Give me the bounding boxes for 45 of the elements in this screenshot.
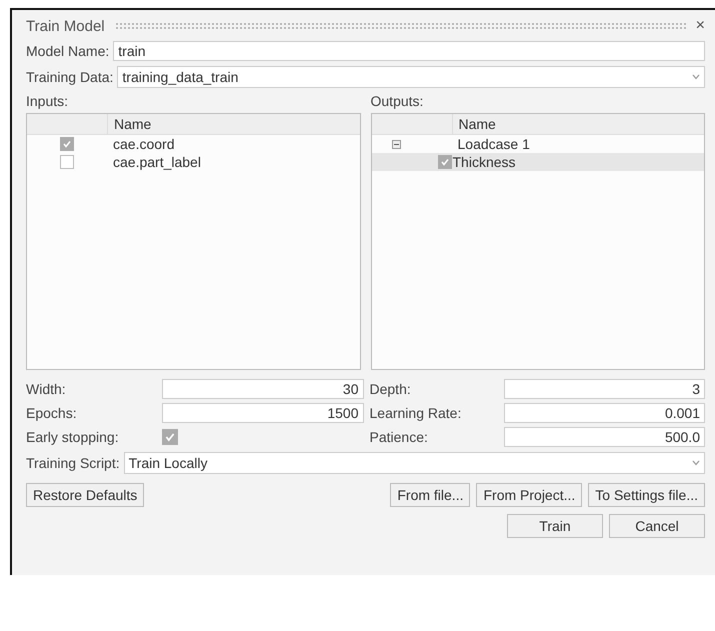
field-label: Depth: <box>370 381 412 397</box>
outputs-label: Outputs: <box>370 93 424 109</box>
tree-item[interactable]: Loadcase 1 <box>452 136 530 152</box>
number-field[interactable]: 500.0 <box>504 427 705 447</box>
field-label: Width: <box>26 381 67 397</box>
table-cell-text: cae.coord <box>112 136 174 152</box>
field-label: Patience: <box>370 429 429 445</box>
dialog-button[interactable]: From Project... <box>476 483 582 507</box>
window-title: Train Model <box>26 18 105 34</box>
collapse-toggle-icon[interactable] <box>392 140 400 148</box>
checkmark-icon <box>440 157 450 167</box>
field-label: Training Script: <box>26 455 120 471</box>
training-data-dropdown[interactable]: training_data_train <box>117 66 705 88</box>
column-header[interactable]: Name <box>108 116 152 132</box>
training-script-dropdown[interactable]: Train Locally <box>124 452 705 474</box>
number-field[interactable]: 0.001 <box>504 403 705 423</box>
chevron-down-icon <box>692 460 700 466</box>
field-label: Early stopping: <box>26 429 120 445</box>
number-field[interactable]: 1500 <box>162 403 364 423</box>
table-cell-text: cae.part_label <box>112 154 201 170</box>
checkbox[interactable] <box>60 155 74 169</box>
checkbox[interactable] <box>162 428 178 444</box>
field-label: Learning Rate: <box>370 405 462 421</box>
chevron-down-icon <box>692 74 700 80</box>
number-field[interactable]: 3 <box>504 379 705 399</box>
dialog-button[interactable]: Cancel <box>609 514 705 538</box>
model-name-field[interactable]: train <box>113 41 705 61</box>
dialog-button[interactable]: Train <box>507 514 603 538</box>
close-button[interactable]: × <box>696 17 705 35</box>
inputs-label: Inputs: <box>26 93 70 109</box>
checkbox[interactable] <box>60 137 74 151</box>
number-field[interactable]: 30 <box>162 379 364 399</box>
field-label: Model Name: <box>26 43 110 59</box>
dialog-button[interactable]: Restore Defaults <box>26 483 144 507</box>
checkmark-icon <box>164 430 176 442</box>
field-label: Epochs: <box>26 405 78 421</box>
tree-row[interactable]: Thickness <box>372 153 704 171</box>
drag-grip[interactable] <box>114 22 686 30</box>
dialog-button[interactable]: From file... <box>390 483 470 507</box>
column-header[interactable]: Name <box>452 116 496 132</box>
tree-item-label: Thickness <box>452 154 516 170</box>
field-label: Training Data: <box>26 69 114 85</box>
checkmark-icon <box>62 139 72 149</box>
dialog-button[interactable]: To Settings file... <box>588 483 705 507</box>
checkbox[interactable] <box>438 155 452 169</box>
